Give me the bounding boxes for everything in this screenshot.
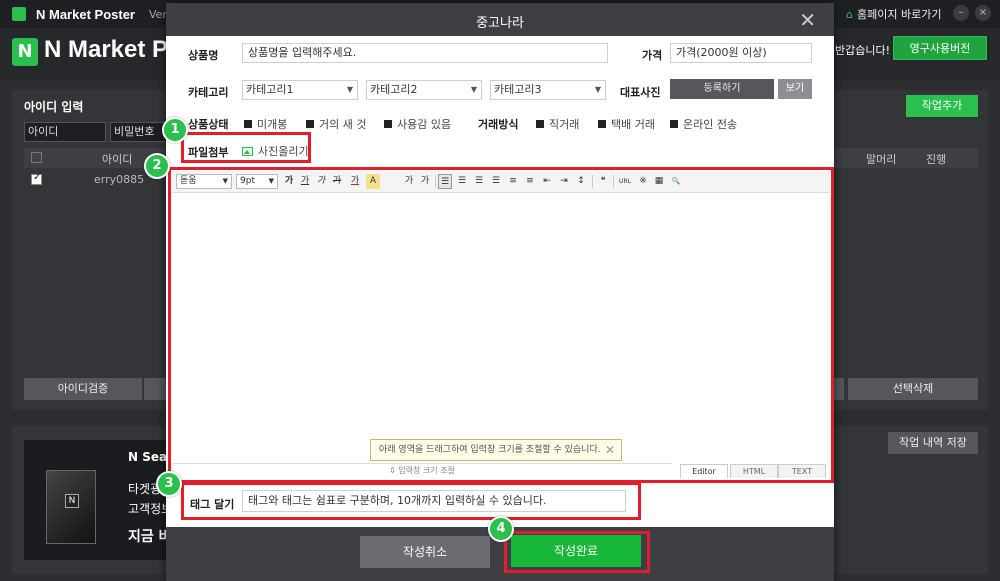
dialog-close-icon[interactable]: ✕ bbox=[799, 8, 816, 32]
category-label: 카테고리 bbox=[188, 86, 229, 99]
welcome-text: 반갑습니다! bbox=[835, 44, 891, 57]
chevron-down-icon: ▼ bbox=[346, 85, 353, 94]
register-photo-button[interactable]: 등록하기 bbox=[670, 79, 774, 99]
homepage-link[interactable]: ⌂ 홈페이지 바로가기 bbox=[846, 6, 941, 22]
trade-option-delivery[interactable]: 택배 거래 bbox=[598, 116, 655, 132]
trade-option-online[interactable]: 온라인 전송 bbox=[670, 116, 737, 132]
highlight-box-2 bbox=[168, 167, 834, 483]
condition-option-used[interactable]: 사용감 있음 bbox=[384, 116, 451, 132]
condition-option-label: 미개봉 bbox=[257, 118, 288, 131]
radio-square-icon bbox=[670, 120, 678, 128]
minimize-button[interactable]: – bbox=[953, 5, 969, 21]
n-badge-icon: N bbox=[65, 494, 79, 508]
permanent-version-button[interactable]: 영구사용버전 bbox=[893, 36, 987, 60]
category-select-3-value: 카테고리3 bbox=[494, 83, 542, 96]
condition-option-like-new[interactable]: 거의 새 것 bbox=[306, 116, 366, 132]
condition-label: 상품상태 bbox=[188, 118, 229, 131]
add-job-button[interactable]: 작업추가 bbox=[906, 95, 978, 117]
step-marker-3: 3 bbox=[156, 471, 182, 497]
password-input[interactable]: 비밀번호 bbox=[110, 122, 170, 142]
delete-selected-button[interactable]: 선택삭제 bbox=[848, 378, 978, 400]
radio-square-icon bbox=[536, 120, 544, 128]
highlight-box-3 bbox=[181, 482, 641, 520]
main-photo-label: 대표사진 bbox=[620, 86, 661, 99]
radio-square-icon bbox=[306, 120, 314, 128]
product-name-label: 상품명 bbox=[188, 49, 219, 62]
grid-header-progress: 진행 bbox=[926, 153, 947, 166]
radio-square-icon bbox=[244, 120, 252, 128]
dialog-titlebar: 중고나라 ✕ bbox=[166, 3, 834, 36]
trade-option-direct[interactable]: 직거래 bbox=[536, 116, 579, 132]
app-title: N Market Poster bbox=[36, 6, 135, 22]
ad-banner[interactable]: N N Searc 타겟광고 고객정보 지금 바로 bbox=[24, 440, 174, 560]
condition-option-label: 사용감 있음 bbox=[397, 118, 452, 131]
app-logo-icon bbox=[12, 7, 26, 21]
app-close-button[interactable]: × bbox=[975, 5, 991, 21]
chevron-down-icon: ▼ bbox=[470, 85, 477, 94]
category-select-2[interactable]: 카테고리2 ▼ bbox=[366, 80, 482, 100]
radio-square-icon bbox=[598, 120, 606, 128]
grid-header-prefix: 말머리 bbox=[866, 153, 897, 166]
view-photo-button[interactable]: 보기 bbox=[778, 79, 812, 99]
condition-option-new[interactable]: 미개봉 bbox=[244, 116, 287, 132]
check-icon: ✓ bbox=[33, 172, 42, 183]
dialog-title: 중고나라 bbox=[476, 16, 524, 31]
trade-method-label: 거래방식 bbox=[478, 118, 519, 131]
save-log-button[interactable]: 작업 내역 저장 bbox=[888, 432, 978, 454]
category-select-2-value: 카테고리2 bbox=[370, 83, 418, 96]
home-icon: ⌂ bbox=[846, 7, 853, 21]
price-input[interactable]: 가격(2000원 이상) bbox=[670, 43, 812, 63]
category-select-3[interactable]: 카테고리3 ▼ bbox=[490, 80, 606, 100]
category-select-1-value: 카테고리1 bbox=[246, 83, 294, 96]
step-marker-4: 4 bbox=[488, 516, 514, 542]
trade-option-label: 온라인 전송 bbox=[683, 118, 738, 131]
row-id: erry0885 bbox=[94, 173, 145, 186]
id-input[interactable]: 아이디 bbox=[24, 122, 106, 142]
grid-header-id: 아이디 bbox=[102, 153, 133, 166]
trade-option-label: 택배 거래 bbox=[611, 118, 655, 131]
trade-option-label: 직거래 bbox=[549, 118, 580, 131]
product-name-input[interactable]: 상품명을 입력해주세요. bbox=[242, 43, 608, 63]
app-version: Ver bbox=[148, 7, 167, 21]
radio-square-icon bbox=[384, 120, 392, 128]
verify-id-button[interactable]: 아이디검증 bbox=[24, 378, 142, 400]
highlight-box-1 bbox=[181, 132, 311, 163]
n-logo-icon: N bbox=[12, 38, 38, 66]
homepage-link-label: 홈페이지 바로가기 bbox=[856, 8, 942, 21]
price-label: 가격 bbox=[642, 49, 663, 62]
highlight-box-4 bbox=[504, 531, 650, 573]
panel-title: 아이디 입력 bbox=[24, 100, 84, 114]
condition-option-label: 거의 새 것 bbox=[319, 118, 367, 131]
step-marker-1: 1 bbox=[162, 117, 188, 143]
post-dialog: 중고나라 ✕ 상품명 상품명을 입력해주세요. 가격 가격(2000원 이상) … bbox=[166, 3, 834, 581]
chevron-down-icon: ▼ bbox=[594, 85, 601, 94]
row-checkbox[interactable]: ✓ bbox=[31, 172, 42, 185]
select-all-checkbox[interactable] bbox=[31, 152, 42, 163]
category-select-1[interactable]: 카테고리1 ▼ bbox=[242, 80, 358, 100]
cancel-button[interactable]: 작성취소 bbox=[360, 536, 490, 568]
step-marker-2: 2 bbox=[144, 153, 170, 179]
